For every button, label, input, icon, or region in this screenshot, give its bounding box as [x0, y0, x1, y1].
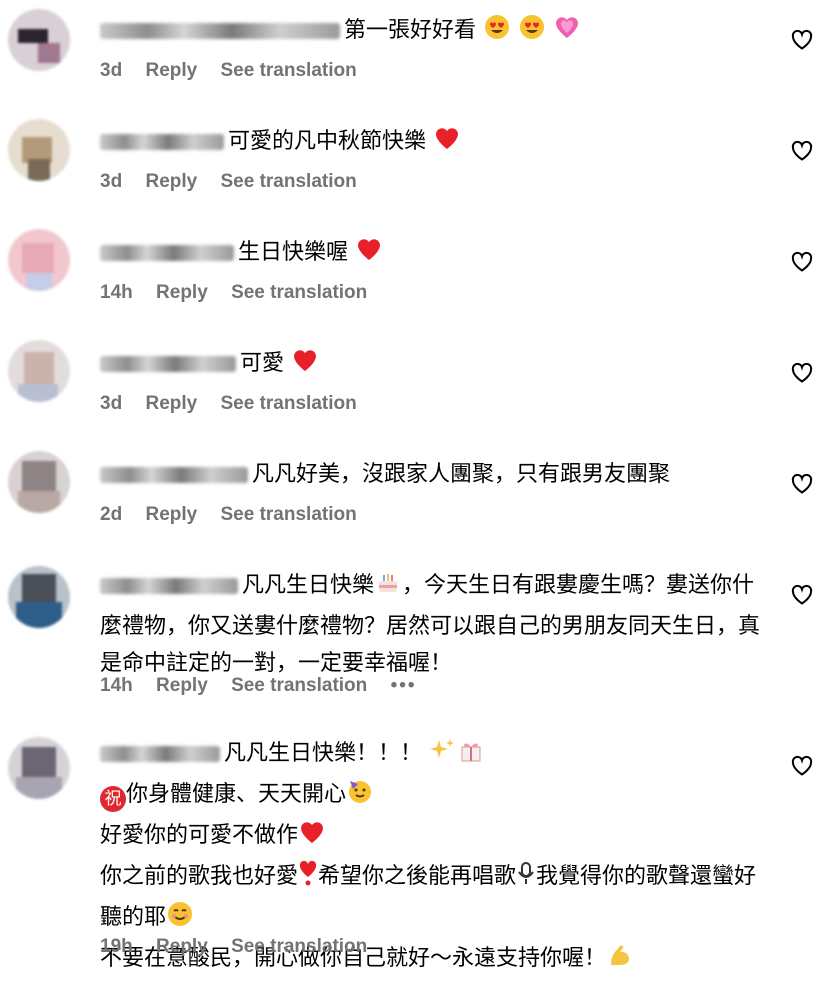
reply-button[interactable]: Reply [156, 936, 208, 957]
timestamp: 19h [100, 936, 133, 957]
see-translation-button[interactable]: See translation [221, 393, 357, 414]
avatar[interactable] [8, 737, 70, 799]
see-translation-button[interactable]: See translation [231, 675, 367, 696]
red-heart-emoji [291, 346, 319, 386]
partying-face-emoji [346, 777, 374, 817]
flexed-biceps-emoji [606, 941, 634, 981]
reply-button[interactable]: Reply [156, 675, 208, 696]
heart-outline-icon[interactable] [790, 139, 814, 163]
growing-heart-emoji [553, 13, 581, 53]
comment-meta: 19h Reply See translation [100, 936, 385, 958]
avatar[interactable] [8, 9, 70, 71]
comment-meta: 3d Reply See translation [100, 60, 375, 82]
comment-text: 第一張好好看 [100, 12, 760, 53]
avatar[interactable] [8, 229, 70, 291]
wrapped-gift-emoji [457, 736, 485, 776]
username[interactable] [100, 23, 340, 39]
timestamp: 3d [100, 171, 123, 192]
heart-outline-icon[interactable] [790, 28, 814, 52]
username[interactable] [100, 467, 248, 483]
reply-button[interactable]: Reply [145, 60, 197, 81]
comment-text: 可愛的凡中秋節快樂 [100, 123, 760, 164]
smiling-face-emoji [166, 900, 194, 940]
comment-text: 可愛 [100, 345, 760, 386]
heart-outline-icon[interactable] [790, 754, 814, 778]
timestamp: 2d [100, 504, 123, 525]
see-translation-button[interactable]: See translation [221, 171, 357, 192]
heart-outline-icon[interactable] [790, 583, 814, 607]
timestamp: 3d [100, 60, 123, 81]
timestamp: 14h [100, 282, 133, 303]
comment-meta: 14h Reply See translation [100, 282, 385, 304]
comment-meta: 3d Reply See translation [100, 171, 375, 193]
heart-outline-icon[interactable] [790, 472, 814, 496]
red-heart-emoji [298, 818, 326, 858]
heart-outline-icon[interactable] [790, 250, 814, 274]
avatar[interactable] [8, 340, 70, 402]
see-translation-button[interactable]: See translation [231, 936, 367, 957]
red-heart-emoji [433, 124, 461, 164]
comment-meta: 14h Reply See translation ••• [100, 675, 435, 697]
comment-meta: 3d Reply See translation [100, 393, 375, 415]
comment-text: 凡凡生日快樂 ，今天生日有跟婁慶生嗎？婁送你什麼禮物，你又送婁什麼禮物？居然可以跟… [100, 567, 760, 682]
see-translation-button[interactable]: See translation [231, 282, 367, 303]
heart-exclamation-emoji [298, 859, 318, 899]
username[interactable] [100, 746, 220, 762]
congratulations-badge-icon: 祝 [100, 786, 126, 812]
comment-text: 凡凡好美，沒跟家人團聚，只有跟男友團聚 [100, 456, 760, 493]
sparkles-emoji [429, 736, 457, 776]
see-translation-button[interactable]: See translation [221, 504, 357, 525]
reply-button[interactable]: Reply [145, 504, 197, 525]
heart-outline-icon[interactable] [790, 361, 814, 385]
username[interactable] [100, 578, 238, 594]
username[interactable] [100, 356, 236, 372]
see-translation-button[interactable]: See translation [221, 60, 357, 81]
reply-button[interactable]: Reply [145, 171, 197, 192]
smiling-face-with-heart-eyes-emoji [518, 13, 546, 53]
smiling-face-with-heart-eyes-emoji [483, 13, 511, 53]
avatar[interactable] [8, 451, 70, 513]
red-heart-emoji [355, 235, 383, 275]
more-options-button[interactable]: ••• [391, 675, 417, 696]
avatar[interactable] [8, 119, 70, 181]
username[interactable] [100, 134, 224, 150]
comment-text: 生日快樂喔 [100, 234, 760, 275]
birthday-cake-emoji [374, 568, 402, 608]
reply-button[interactable]: Reply [156, 282, 208, 303]
username[interactable] [100, 245, 234, 261]
timestamp: 14h [100, 675, 133, 696]
avatar[interactable] [8, 566, 70, 628]
microphone-emoji [516, 859, 536, 899]
comment-meta: 2d Reply See translation [100, 504, 375, 526]
timestamp: 3d [100, 393, 123, 414]
reply-button[interactable]: Reply [145, 393, 197, 414]
